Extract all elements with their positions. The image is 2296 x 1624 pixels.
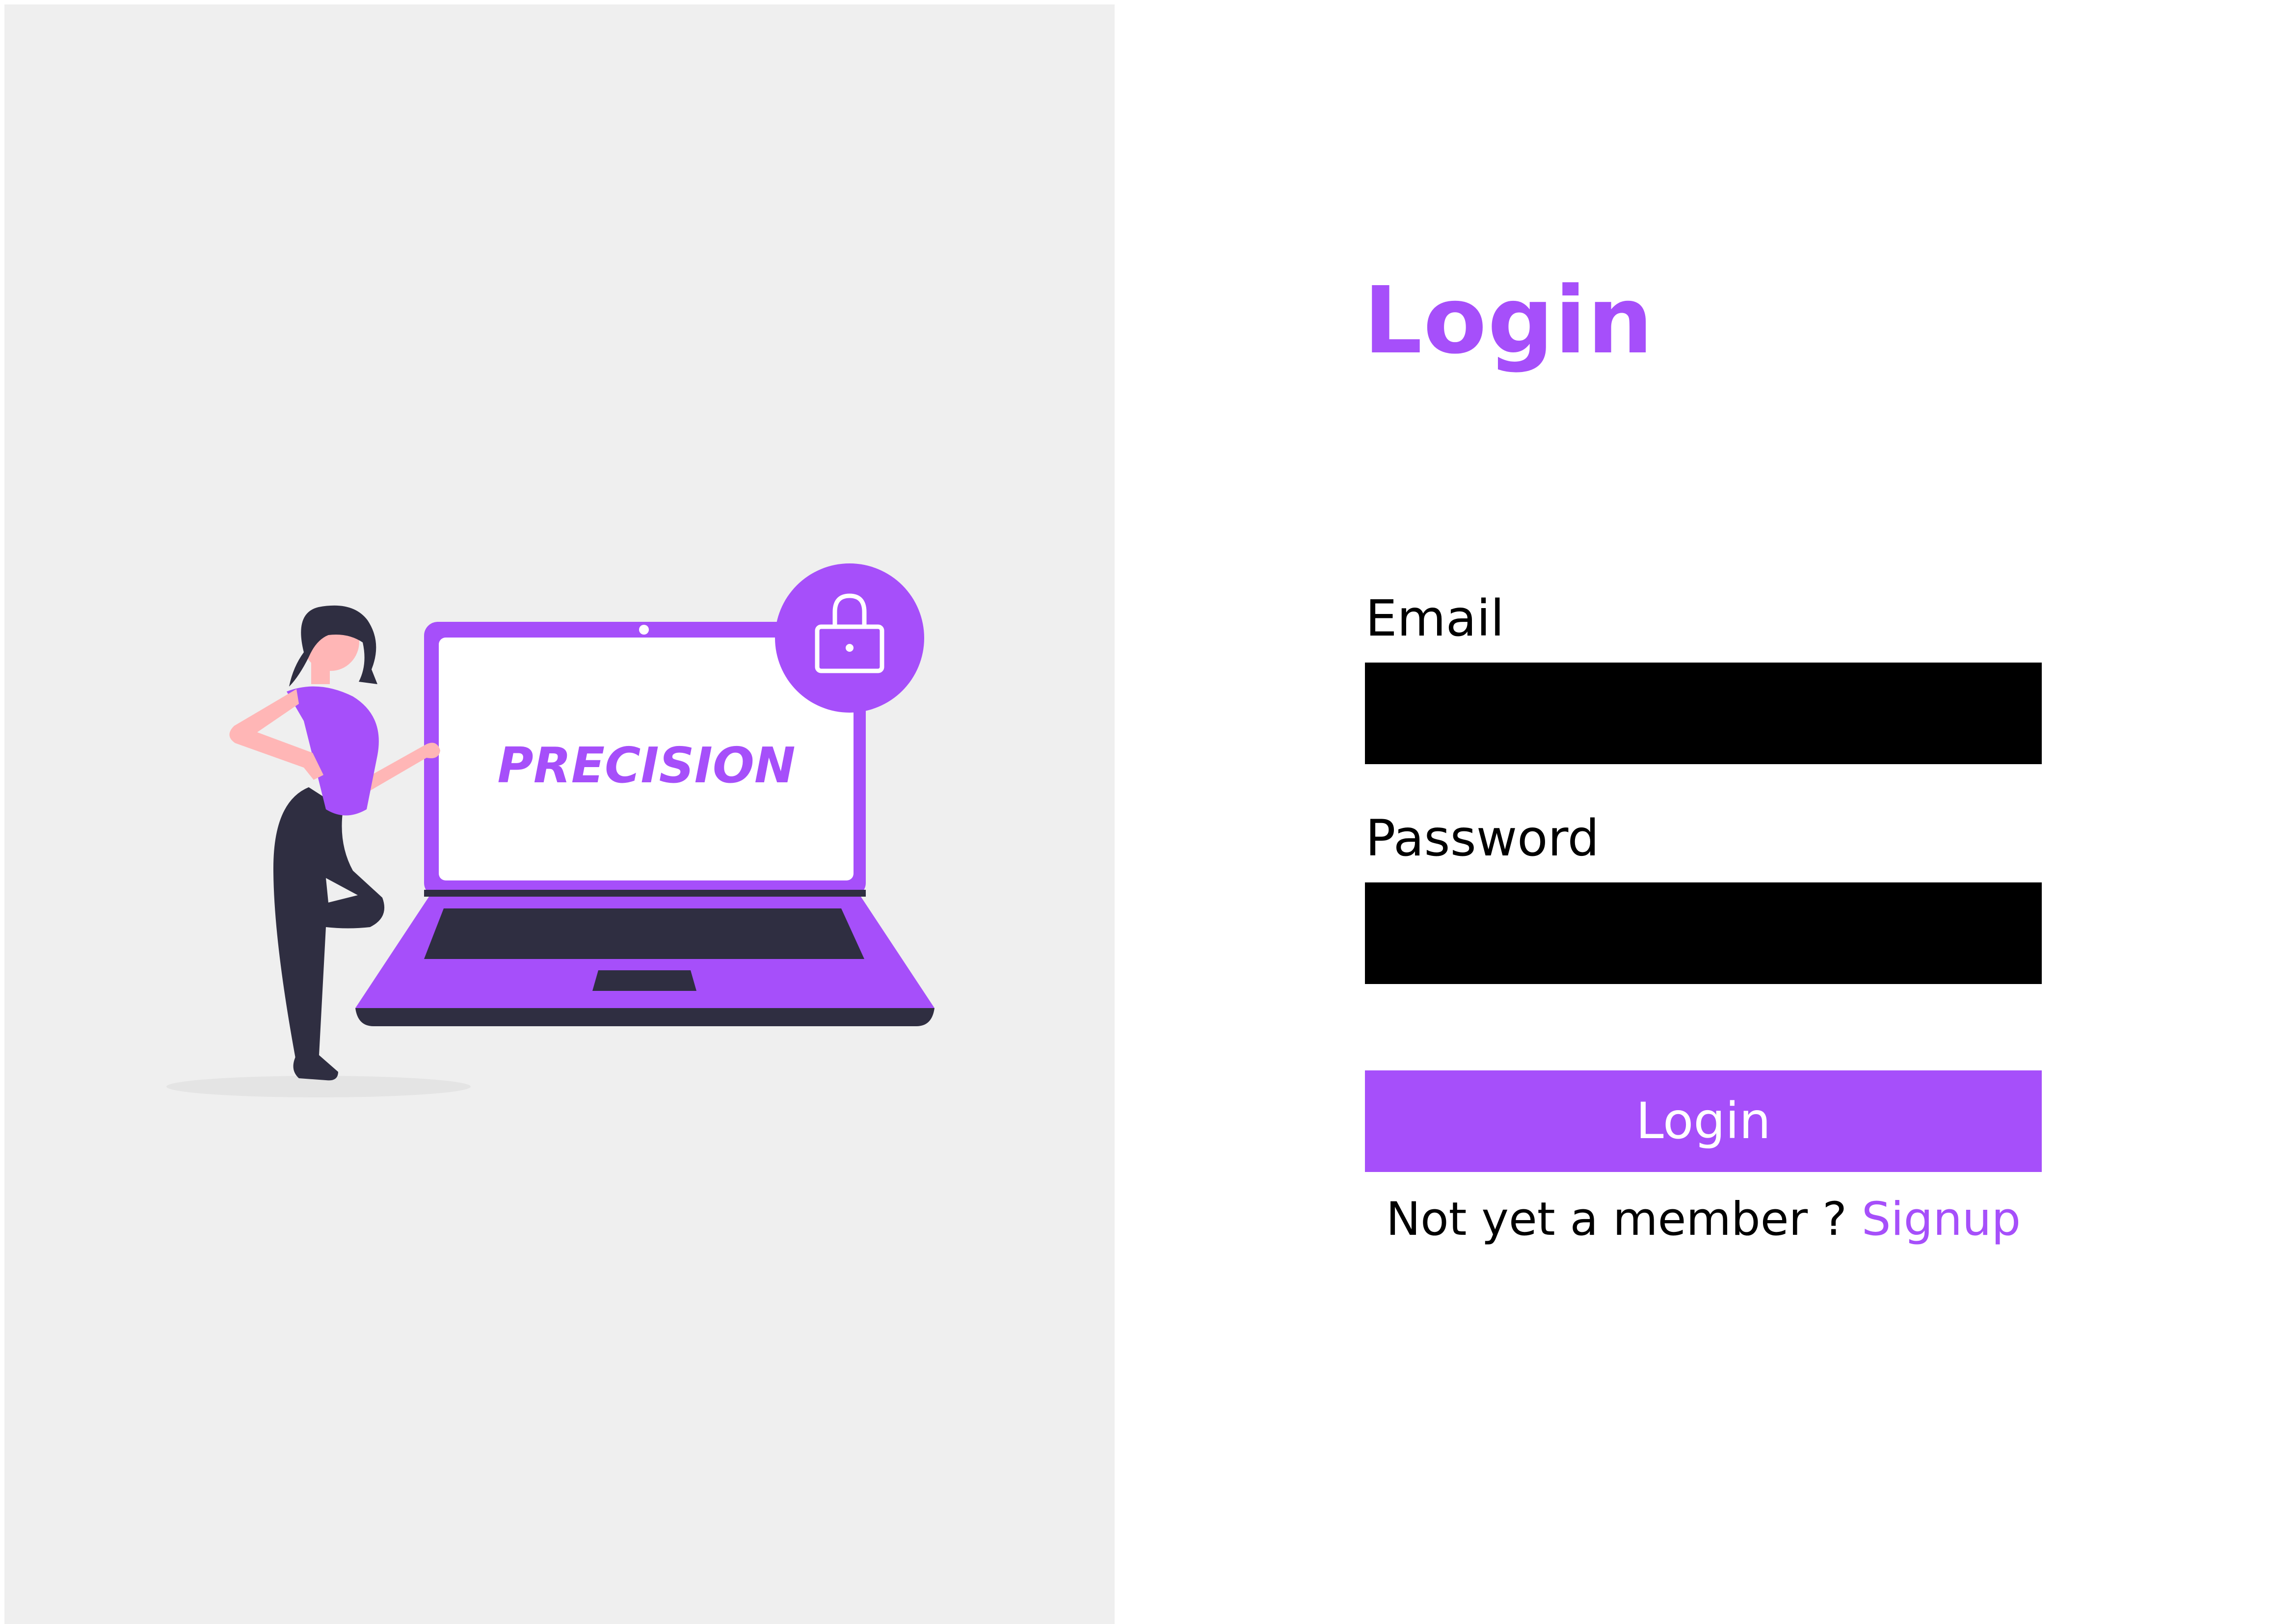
password-label: Password <box>1365 809 1600 868</box>
email-label: Email <box>1365 589 1504 648</box>
login-button[interactable]: Login <box>1365 1070 2042 1172</box>
login-page: PRECISION Login Email Password Login Not… <box>0 0 2296 1624</box>
padlock-icon <box>775 563 924 713</box>
signup-prompt-line: Not yet a member ? Signup <box>1365 1197 2042 1243</box>
signup-link[interactable]: Signup <box>1862 1193 2021 1246</box>
login-title: Login <box>1363 267 1654 374</box>
laptop-screen-logo: PRECISION <box>497 737 795 794</box>
login-illustration: PRECISION <box>166 563 934 1097</box>
illustration-panel: PRECISION <box>4 4 1115 1624</box>
password-field[interactable] <box>1365 882 2042 984</box>
email-field[interactable] <box>1365 663 2042 764</box>
signup-prompt-text: Not yet a member ? <box>1386 1193 1847 1246</box>
